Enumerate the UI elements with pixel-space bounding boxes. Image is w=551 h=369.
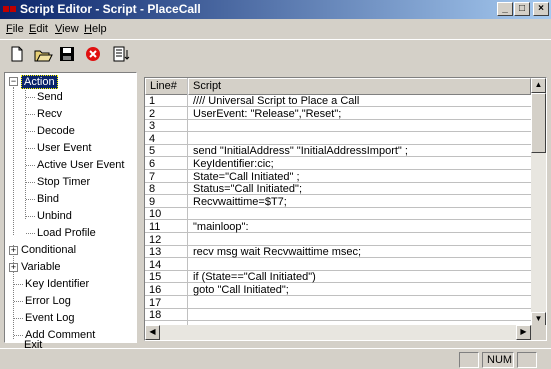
- close-button[interactable]: ×: [533, 2, 549, 16]
- open-folder-icon[interactable]: [32, 44, 54, 64]
- vertical-scroll-thumb[interactable]: [531, 93, 546, 153]
- table-row[interactable]: 13 recv msg wait Recvwaittime msec;: [145, 246, 531, 259]
- table-row[interactable]: 1 //// Universal Script to Place a Call: [145, 95, 531, 107]
- line-number-cell: 4: [149, 132, 156, 145]
- delete-icon[interactable]: [82, 44, 104, 64]
- line-number-cell: 2: [149, 107, 156, 120]
- table-row[interactable]: 12: [145, 234, 531, 246]
- script-cell[interactable]: send "InitialAddress" "InitialAddressImp…: [193, 145, 408, 157]
- menu-bar: File Edit View Help: [0, 20, 551, 38]
- tree-item-conditional[interactable]: Conditional: [21, 244, 76, 256]
- table-row[interactable]: 9 Recvwaittime=$T7;: [145, 196, 531, 208]
- vertical-scrollbar[interactable]: ▲ ▼: [531, 78, 546, 327]
- line-number-cell: 6: [149, 158, 156, 170]
- tree-item-decode[interactable]: Decode: [37, 125, 75, 137]
- maximize-button[interactable]: □: [514, 2, 530, 16]
- tree-item-action[interactable]: Action: [21, 75, 58, 89]
- line-number-cell: 12: [149, 233, 162, 246]
- horizontal-scrollbar[interactable]: ◀ ▶: [145, 325, 531, 340]
- menu-edit[interactable]: Edit: [29, 23, 48, 35]
- table-row[interactable]: 16 goto "Call Initiated";: [145, 284, 531, 296]
- table-row[interactable]: 7 State="Call Initiated" ;: [145, 171, 531, 183]
- tree-item-user-event[interactable]: User Event: [37, 142, 91, 154]
- tree-item-stop-timer[interactable]: Stop Timer: [37, 176, 90, 188]
- script-cell[interactable]: State="Call Initiated" ;: [193, 171, 300, 183]
- title-bar: Script Editor - Script - PlaceCall _ □ ×: [0, 0, 551, 19]
- line-number-cell: 14: [149, 258, 162, 271]
- tree-item-event-log[interactable]: Event Log: [25, 312, 75, 324]
- script-cell[interactable]: recv msg wait Recvwaittime msec;: [193, 246, 361, 258]
- status-bar: NUM: [0, 348, 551, 369]
- table-row[interactable]: 10: [145, 208, 531, 221]
- script-grid-pane: Line# Script 1 //// Universal Script to P…: [142, 72, 551, 343]
- minimize-button[interactable]: _: [497, 2, 513, 16]
- table-row[interactable]: 18: [145, 309, 531, 322]
- insert-line-icon[interactable]: [110, 44, 132, 64]
- line-number-cell: 3: [149, 120, 156, 133]
- table-row[interactable]: 11 "mainloop":: [145, 221, 531, 233]
- line-number-cell: 8: [149, 183, 156, 196]
- table-row[interactable]: 17: [145, 297, 531, 309]
- tree-item-recv[interactable]: Recv: [37, 108, 62, 120]
- command-tree: − Action Send Recv Decode User Event Act…: [4, 72, 137, 343]
- tree-item-key-identifier[interactable]: Key Identifier: [25, 278, 89, 290]
- line-number-cell: 9: [149, 195, 156, 208]
- table-row[interactable]: 3: [145, 120, 531, 133]
- line-number-cell: 11: [149, 221, 161, 233]
- tree-item-unbind[interactable]: Unbind: [37, 210, 72, 222]
- line-number-cell: 10: [149, 208, 162, 221]
- script-cell[interactable]: "mainloop":: [193, 221, 249, 233]
- script-cell[interactable]: if (State=="Call Initiated"): [193, 271, 316, 283]
- table-row[interactable]: 6 KeyIdentifier:cic;: [145, 158, 531, 170]
- line-number-cell: 13: [149, 246, 162, 259]
- expand-variable-icon[interactable]: +: [9, 263, 18, 272]
- script-cell[interactable]: //// Universal Script to Place a Call: [193, 95, 359, 107]
- status-panel-blank-2: [517, 352, 537, 368]
- new-file-icon[interactable]: [6, 44, 28, 64]
- tree-item-send[interactable]: Send: [37, 91, 63, 103]
- line-number-cell: 16: [149, 284, 162, 296]
- status-panel-blank: [459, 352, 479, 368]
- table-row[interactable]: 15 if (State=="Call Initiated"): [145, 271, 531, 284]
- script-cell[interactable]: Recvwaittime=$T7;: [193, 196, 287, 208]
- script-grid: Line# Script 1 //// Universal Script to P…: [144, 77, 547, 341]
- menu-view[interactable]: View: [55, 23, 79, 35]
- tree-item-load-profile[interactable]: Load Profile: [37, 227, 96, 239]
- scrollbar-corner: [531, 325, 546, 340]
- menu-help[interactable]: Help: [84, 23, 107, 35]
- script-cell[interactable]: KeyIdentifier:cic;: [193, 158, 274, 170]
- line-number-cell: 15: [149, 271, 162, 284]
- tree-item-variable[interactable]: Variable: [21, 261, 61, 273]
- script-cell[interactable]: Status="Call Initiated";: [193, 183, 302, 195]
- status-num: NUM: [482, 352, 514, 368]
- column-header-line[interactable]: Line#: [145, 78, 188, 95]
- line-number-cell: 17: [149, 296, 162, 309]
- app-icon: [3, 6, 16, 12]
- column-header-script[interactable]: Script: [188, 78, 531, 95]
- line-number-cell: 7: [149, 170, 156, 183]
- line-number-cell: 18: [149, 309, 162, 322]
- tree-item-active-user-event[interactable]: Active User Event: [37, 159, 124, 171]
- table-row[interactable]: 4: [145, 133, 531, 145]
- scroll-up-button[interactable]: ▲: [531, 78, 546, 93]
- line-number-cell: 5: [149, 145, 156, 158]
- line-number-cell: 1: [149, 95, 156, 107]
- table-row[interactable]: 8 Status="Call Initiated";: [145, 183, 531, 196]
- menu-file[interactable]: File: [6, 23, 24, 35]
- collapse-action-icon[interactable]: −: [9, 77, 18, 86]
- table-row[interactable]: 2 UserEvent: "Release","Reset";: [145, 108, 531, 120]
- table-row[interactable]: 5 send "InitialAddress" "InitialAddressIm…: [145, 145, 531, 158]
- table-row[interactable]: 14: [145, 259, 531, 271]
- scroll-right-button[interactable]: ▶: [516, 325, 531, 340]
- script-cell[interactable]: goto "Call Initiated";: [193, 284, 289, 296]
- tree-item-bind[interactable]: Bind: [37, 193, 59, 205]
- tree-item-error-log[interactable]: Error Log: [25, 295, 71, 307]
- window-title: Script Editor - Script - PlaceCall: [20, 2, 201, 16]
- save-icon[interactable]: [56, 44, 78, 64]
- script-cell[interactable]: UserEvent: "Release","Reset";: [193, 108, 341, 120]
- scroll-left-button[interactable]: ◀: [145, 325, 160, 340]
- toolbar: [0, 39, 551, 67]
- expand-conditional-icon[interactable]: +: [9, 246, 18, 255]
